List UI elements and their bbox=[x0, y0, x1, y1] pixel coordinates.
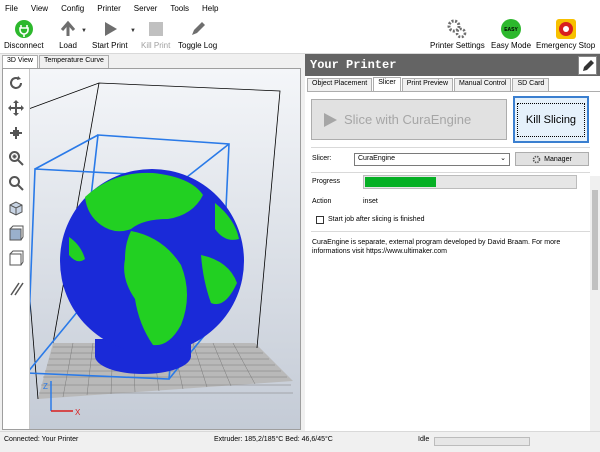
disconnect-button[interactable]: Disconnect bbox=[4, 18, 44, 50]
view-iso-icon[interactable] bbox=[6, 198, 26, 218]
curaengine-info: CuraEngine is separate, external program… bbox=[312, 239, 561, 255]
pencil-icon bbox=[582, 59, 594, 71]
tab-3d-view[interactable]: 3D View bbox=[2, 55, 38, 68]
divider bbox=[311, 231, 590, 232]
action-label: Action bbox=[312, 198, 332, 205]
divider bbox=[311, 147, 590, 148]
scrollbar-thumb[interactable] bbox=[592, 190, 598, 290]
toolbar: Disconnect Load ▼ Start Print ▼ Kill Pri… bbox=[0, 16, 600, 54]
view-front-icon[interactable] bbox=[6, 223, 26, 243]
printer-panel: Your Printer Object Placement Slicer Pri… bbox=[305, 54, 600, 452]
start-print-button[interactable]: Start Print bbox=[92, 18, 128, 50]
menu-tools[interactable]: Tools bbox=[170, 4, 189, 13]
play-icon bbox=[99, 18, 121, 40]
stop-icon bbox=[145, 18, 167, 40]
menu-printer[interactable]: Printer bbox=[97, 4, 121, 13]
gears-icon bbox=[446, 18, 468, 40]
menu-file[interactable]: File bbox=[5, 4, 18, 13]
start-after-slicing-checkbox[interactable] bbox=[316, 216, 324, 224]
menu-bar: File View Config Printer Server Tools He… bbox=[0, 0, 600, 16]
action-value: inset bbox=[363, 198, 378, 205]
rotate-icon[interactable] bbox=[6, 73, 26, 93]
view-toolbar bbox=[3, 69, 30, 429]
divider bbox=[311, 172, 590, 173]
tab-manual-control[interactable]: Manual Control bbox=[454, 78, 512, 91]
move-icon[interactable] bbox=[6, 98, 26, 118]
parallel-view-icon[interactable] bbox=[6, 279, 26, 299]
progress-label: Progress bbox=[312, 178, 341, 185]
pencil-icon bbox=[187, 18, 209, 40]
load-dropdown-icon[interactable]: ▼ bbox=[81, 28, 87, 34]
x-axis-label: X bbox=[75, 408, 81, 417]
view-pane: 3D View Temperature Curve X Z bbox=[0, 54, 303, 431]
tab-object-placement[interactable]: Object Placement bbox=[307, 78, 373, 91]
printer-tabs: Object Placement Slicer Print Preview Ma… bbox=[307, 77, 550, 91]
view-top-icon[interactable] bbox=[6, 248, 26, 268]
zoom-in-icon[interactable] bbox=[6, 148, 26, 168]
menu-server[interactable]: Server bbox=[134, 4, 158, 13]
status-progress-bar bbox=[434, 437, 530, 446]
start-after-slicing-label: Start job after slicing is finished bbox=[328, 216, 425, 223]
power-plug-icon bbox=[13, 18, 35, 40]
load-button[interactable]: Load bbox=[57, 18, 79, 50]
gears-icon bbox=[532, 155, 541, 163]
tab-temperature-curve[interactable]: Temperature Curve bbox=[38, 55, 109, 68]
toggle-log-button[interactable]: Toggle Log bbox=[178, 18, 217, 50]
temperature-status: Extruder: 185,2/185°C Bed: 46,6/45°C bbox=[214, 436, 333, 443]
emergency-stop-icon bbox=[555, 18, 577, 40]
easy-mode-button[interactable]: EASY Easy Mode bbox=[491, 18, 531, 50]
move-object-icon[interactable] bbox=[6, 123, 26, 143]
tab-sd-card[interactable]: SD Card bbox=[512, 78, 550, 91]
view-tabs: 3D View Temperature Curve bbox=[2, 55, 110, 68]
3d-viewport[interactable]: X Z bbox=[2, 68, 301, 430]
slicer-tab-content: Slice with CuraEngine Kill Slicing Slice… bbox=[307, 91, 600, 452]
3d-scene[interactable]: X Z bbox=[3, 69, 301, 430]
tab-print-preview[interactable]: Print Preview bbox=[401, 78, 453, 91]
menu-view[interactable]: View bbox=[31, 4, 48, 13]
kill-print-button[interactable]: Kill Print bbox=[141, 18, 170, 50]
slicer-label: Slicer: bbox=[312, 155, 332, 162]
slice-button[interactable]: Slice with CuraEngine bbox=[311, 99, 507, 140]
kill-slicing-button[interactable]: Kill Slicing bbox=[513, 96, 589, 143]
progress-fill bbox=[365, 177, 436, 187]
printer-title: Your Printer bbox=[305, 54, 600, 76]
emergency-stop-button[interactable]: Emergency Stop bbox=[536, 18, 595, 50]
slicer-select[interactable]: CuraEngine ⌄ bbox=[354, 153, 510, 166]
easy-icon: EASY bbox=[500, 18, 522, 40]
edit-printer-button[interactable] bbox=[578, 56, 597, 75]
load-icon bbox=[57, 18, 79, 40]
state-status: Idle bbox=[418, 436, 430, 443]
menu-config[interactable]: Config bbox=[61, 4, 84, 13]
easy-badge-text: EASY bbox=[504, 27, 518, 33]
printer-settings-button[interactable]: Printer Settings bbox=[430, 18, 485, 50]
scrollbar[interactable] bbox=[590, 176, 600, 452]
connection-status: Connected: Your Printer bbox=[4, 436, 79, 443]
play-icon bbox=[324, 112, 337, 127]
chevron-down-icon: ⌄ bbox=[500, 155, 506, 162]
tab-slicer[interactable]: Slicer bbox=[373, 77, 401, 91]
start-dropdown-icon[interactable]: ▼ bbox=[130, 28, 136, 34]
menu-help[interactable]: Help bbox=[202, 4, 218, 13]
z-axis-label: Z bbox=[43, 382, 48, 391]
manager-button[interactable]: Manager bbox=[515, 152, 589, 166]
status-bar: Connected: Your Printer Extruder: 185,2/… bbox=[0, 431, 600, 448]
slicing-progress-bar bbox=[363, 175, 577, 189]
zoom-fit-icon[interactable] bbox=[6, 173, 26, 193]
